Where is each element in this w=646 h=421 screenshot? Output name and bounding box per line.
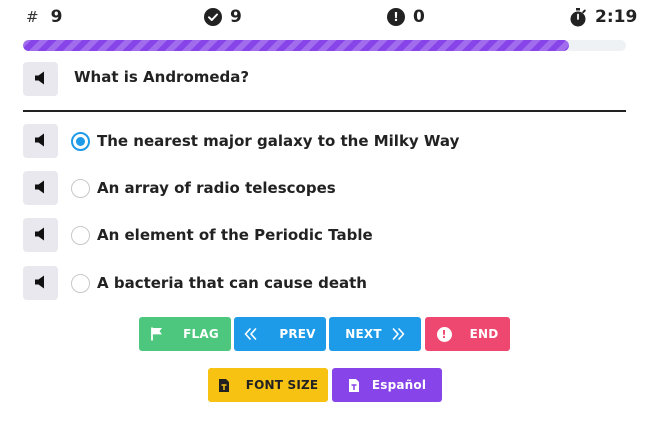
speaker-icon: [34, 226, 48, 245]
font-size-button[interactable]: FONT SIZE: [208, 368, 328, 402]
option-label[interactable]: A bacteria that can cause death: [97, 274, 367, 292]
speaker-icon: [34, 132, 48, 151]
double-chevron-left-icon: [244, 328, 257, 340]
option-label[interactable]: An element of the Periodic Table: [97, 226, 373, 244]
hash-icon: #: [26, 8, 39, 26]
answer-option[interactable]: An element of the Periodic Table: [23, 218, 626, 252]
option-radio[interactable]: [71, 132, 90, 151]
font-size-icon: [218, 378, 230, 393]
wrong-count-stat: ! 0: [387, 6, 425, 28]
option-radio[interactable]: [71, 226, 90, 245]
speaker-icon: [34, 179, 48, 198]
double-chevron-right-icon: [392, 328, 405, 340]
question-text: What is Andromeda?: [74, 68, 250, 86]
option-radio[interactable]: [71, 179, 90, 198]
option-audio-button[interactable]: [23, 171, 58, 205]
end-label: END: [469, 327, 499, 341]
language-button[interactable]: Español: [332, 368, 442, 402]
translate-icon: [348, 378, 360, 393]
prev-button[interactable]: PREV: [234, 317, 326, 351]
exclamation-circle-icon: !: [436, 326, 452, 342]
option-audio-button[interactable]: [23, 124, 58, 158]
flag-button[interactable]: FLAG: [139, 317, 231, 351]
wrong-count-value: 0: [413, 7, 425, 27]
speaker-icon: [34, 70, 48, 89]
question-number-value: 9: [50, 7, 63, 27]
language-label: Español: [371, 378, 427, 392]
correct-count-stat: 9: [204, 6, 242, 28]
check-circle-icon: [204, 8, 222, 26]
answer-option[interactable]: A bacteria that can cause death: [23, 266, 626, 300]
progress-fill: [23, 40, 569, 51]
font-size-label: FONT SIZE: [245, 378, 319, 392]
end-button[interactable]: ! END: [425, 317, 510, 351]
divider: [23, 110, 626, 112]
next-button[interactable]: NEXT: [329, 317, 421, 351]
exclamation-circle-icon: !: [387, 8, 405, 26]
answer-option[interactable]: The nearest major galaxy to the Milky Wa…: [23, 124, 626, 158]
option-audio-button[interactable]: [23, 266, 58, 300]
prev-label: PREV: [279, 327, 316, 341]
option-label[interactable]: The nearest major galaxy to the Milky Wa…: [97, 132, 459, 150]
option-label[interactable]: An array of radio telescopes: [97, 179, 336, 197]
answer-option[interactable]: An array of radio telescopes: [23, 171, 626, 205]
progress-bar: [23, 40, 626, 51]
speaker-icon: [34, 274, 48, 293]
next-label: NEXT: [345, 327, 382, 341]
timer-stat: 2:19: [569, 6, 637, 28]
stats-bar: # 9 9 ! 0 2:19: [0, 6, 646, 28]
question-number-stat: # 9: [26, 6, 62, 28]
option-radio[interactable]: [71, 274, 90, 293]
flag-icon: [151, 327, 163, 341]
question-audio-button[interactable]: [23, 62, 58, 96]
flag-label: FLAG: [183, 327, 219, 341]
correct-count-value: 9: [230, 7, 242, 27]
stopwatch-icon: [569, 7, 587, 27]
timer-value: 2:19: [595, 7, 638, 27]
option-audio-button[interactable]: [23, 218, 58, 252]
